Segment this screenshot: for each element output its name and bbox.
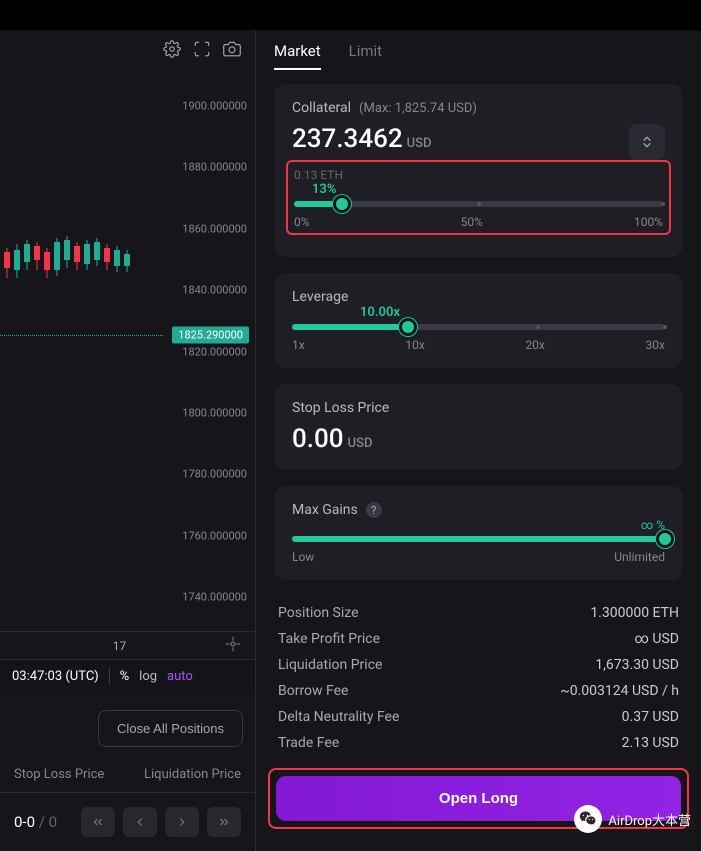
leverage-card: Leverage 10.00x 1x 10x 20x 30x [274, 273, 683, 368]
chart-footer: 03:47:03 (UTC) % log auto [0, 659, 255, 692]
lev-label-10x: 10x [405, 338, 424, 352]
y-tick: 1900.000000 [182, 99, 247, 112]
x-tick: 17 [14, 639, 225, 653]
y-tick: 1880.000000 [182, 161, 247, 174]
leverage-slider[interactable] [292, 324, 665, 330]
liquidation-header: Liquidation Price [144, 767, 241, 782]
slider-label-0: 0% [294, 215, 310, 229]
collateral-slider[interactable] [294, 201, 663, 207]
price-chart[interactable]: 1900.000000 1880.000000 1860.000000 1840… [0, 72, 255, 631]
lev-label-1x: 1x [292, 338, 305, 352]
order-type-tabs: Market Limit [274, 42, 683, 70]
next-page-button[interactable] [165, 807, 199, 837]
page-indicator: 0-0 / 0 [14, 813, 57, 831]
prev-page-button[interactable] [123, 807, 157, 837]
collateral-title: Collateral [292, 100, 351, 116]
tab-market[interactable]: Market [274, 42, 321, 70]
gains-label-low: Low [292, 550, 314, 564]
y-tick: 1760.000000 [182, 529, 247, 542]
gains-label-unlimited: Unlimited [614, 550, 665, 564]
max-gains-title: Max Gains [292, 502, 358, 518]
lev-label-20x: 20x [525, 338, 544, 352]
collateral-slider-highlight: 0.13 ETH 13% 0% 50% 100% [286, 160, 671, 235]
trade-summary: Position Size1.300000 ETH Take Profit Pr… [274, 596, 683, 768]
current-price-tag: 1825.290000 [172, 326, 249, 343]
stop-loss-card: Stop Loss Price 0.00 USD [274, 384, 683, 470]
y-tick: 1780.000000 [182, 468, 247, 481]
watermark: AirDrop大本营 [574, 805, 691, 833]
collateral-card: Collateral (Max: 1,825.74 USD) 237.3462 … [274, 84, 683, 257]
y-tick: 1860.000000 [182, 222, 247, 235]
trade-panel: Market Limit Collateral (Max: 1,825.74 U… [256, 30, 701, 851]
percent-toggle[interactable]: % [120, 669, 130, 684]
tab-limit[interactable]: Limit [349, 42, 382, 70]
summary-row: Take Profit Price∞ USD [278, 626, 679, 652]
collateral-slider-value: 13% [312, 182, 663, 197]
y-tick: 1740.000000 [182, 591, 247, 604]
swap-icon[interactable] [629, 124, 665, 160]
positions-header: Stop Loss Price Liquidation Price [0, 757, 255, 792]
stop-loss-title: Stop Loss Price [292, 400, 389, 416]
pagination: 0-0 / 0 [0, 792, 255, 851]
close-all-positions-button[interactable]: Close All Positions [98, 710, 243, 747]
gear-icon[interactable] [163, 40, 181, 62]
y-tick: 1800.000000 [182, 406, 247, 419]
log-toggle[interactable]: log [139, 669, 157, 684]
max-gains-slider[interactable] [292, 536, 665, 542]
stop-loss-header: Stop Loss Price [14, 767, 104, 782]
y-tick: 1840.000000 [182, 284, 247, 297]
watermark-text: AirDrop大本营 [608, 810, 691, 829]
first-page-button[interactable] [81, 807, 115, 837]
y-axis: 1900.000000 1880.000000 1860.000000 1840… [163, 72, 251, 631]
chart-panel: 1900.000000 1880.000000 1860.000000 1840… [0, 30, 256, 851]
fullscreen-icon[interactable] [193, 40, 211, 62]
candlesticks [0, 72, 163, 631]
summary-row: Position Size1.300000 ETH [278, 600, 679, 626]
summary-row: Liquidation Price1,673.30 USD [278, 652, 679, 678]
x-axis: 17 [0, 631, 255, 659]
auto-toggle[interactable]: auto [167, 669, 193, 684]
slider-label-100: 100% [634, 215, 663, 229]
max-gains-card: Max Gains ? ∞ % Low Unlimited [274, 486, 683, 580]
clock-time: 03:47:03 (UTC) [12, 669, 99, 684]
last-page-button[interactable] [207, 807, 241, 837]
camera-icon[interactable] [223, 40, 241, 62]
summary-row: Delta Neutrality Fee0.37 USD [278, 704, 679, 730]
wechat-icon [574, 805, 602, 833]
collateral-sub: 0.13 ETH [294, 168, 663, 182]
leverage-title: Leverage [292, 289, 348, 305]
slider-label-50: 50% [461, 215, 483, 229]
summary-row: Trade Fee2.13 USD [278, 730, 679, 756]
stop-loss-unit: USD [348, 436, 373, 451]
stop-loss-value[interactable]: 0.00 [292, 424, 344, 454]
collateral-value[interactable]: 237.3462 [292, 124, 403, 154]
collateral-max: (Max: 1,825.74 USD) [359, 101, 477, 116]
gear-icon[interactable] [225, 636, 241, 655]
help-icon[interactable]: ? [366, 502, 382, 518]
summary-row: Borrow Fee~0.003124 USD / h [278, 678, 679, 704]
chart-toolbar [0, 30, 255, 72]
lev-label-30x: 30x [646, 338, 665, 352]
max-gains-value: ∞ % [292, 518, 665, 532]
collateral-unit: USD [407, 136, 432, 151]
y-tick: 1820.000000 [182, 345, 247, 358]
